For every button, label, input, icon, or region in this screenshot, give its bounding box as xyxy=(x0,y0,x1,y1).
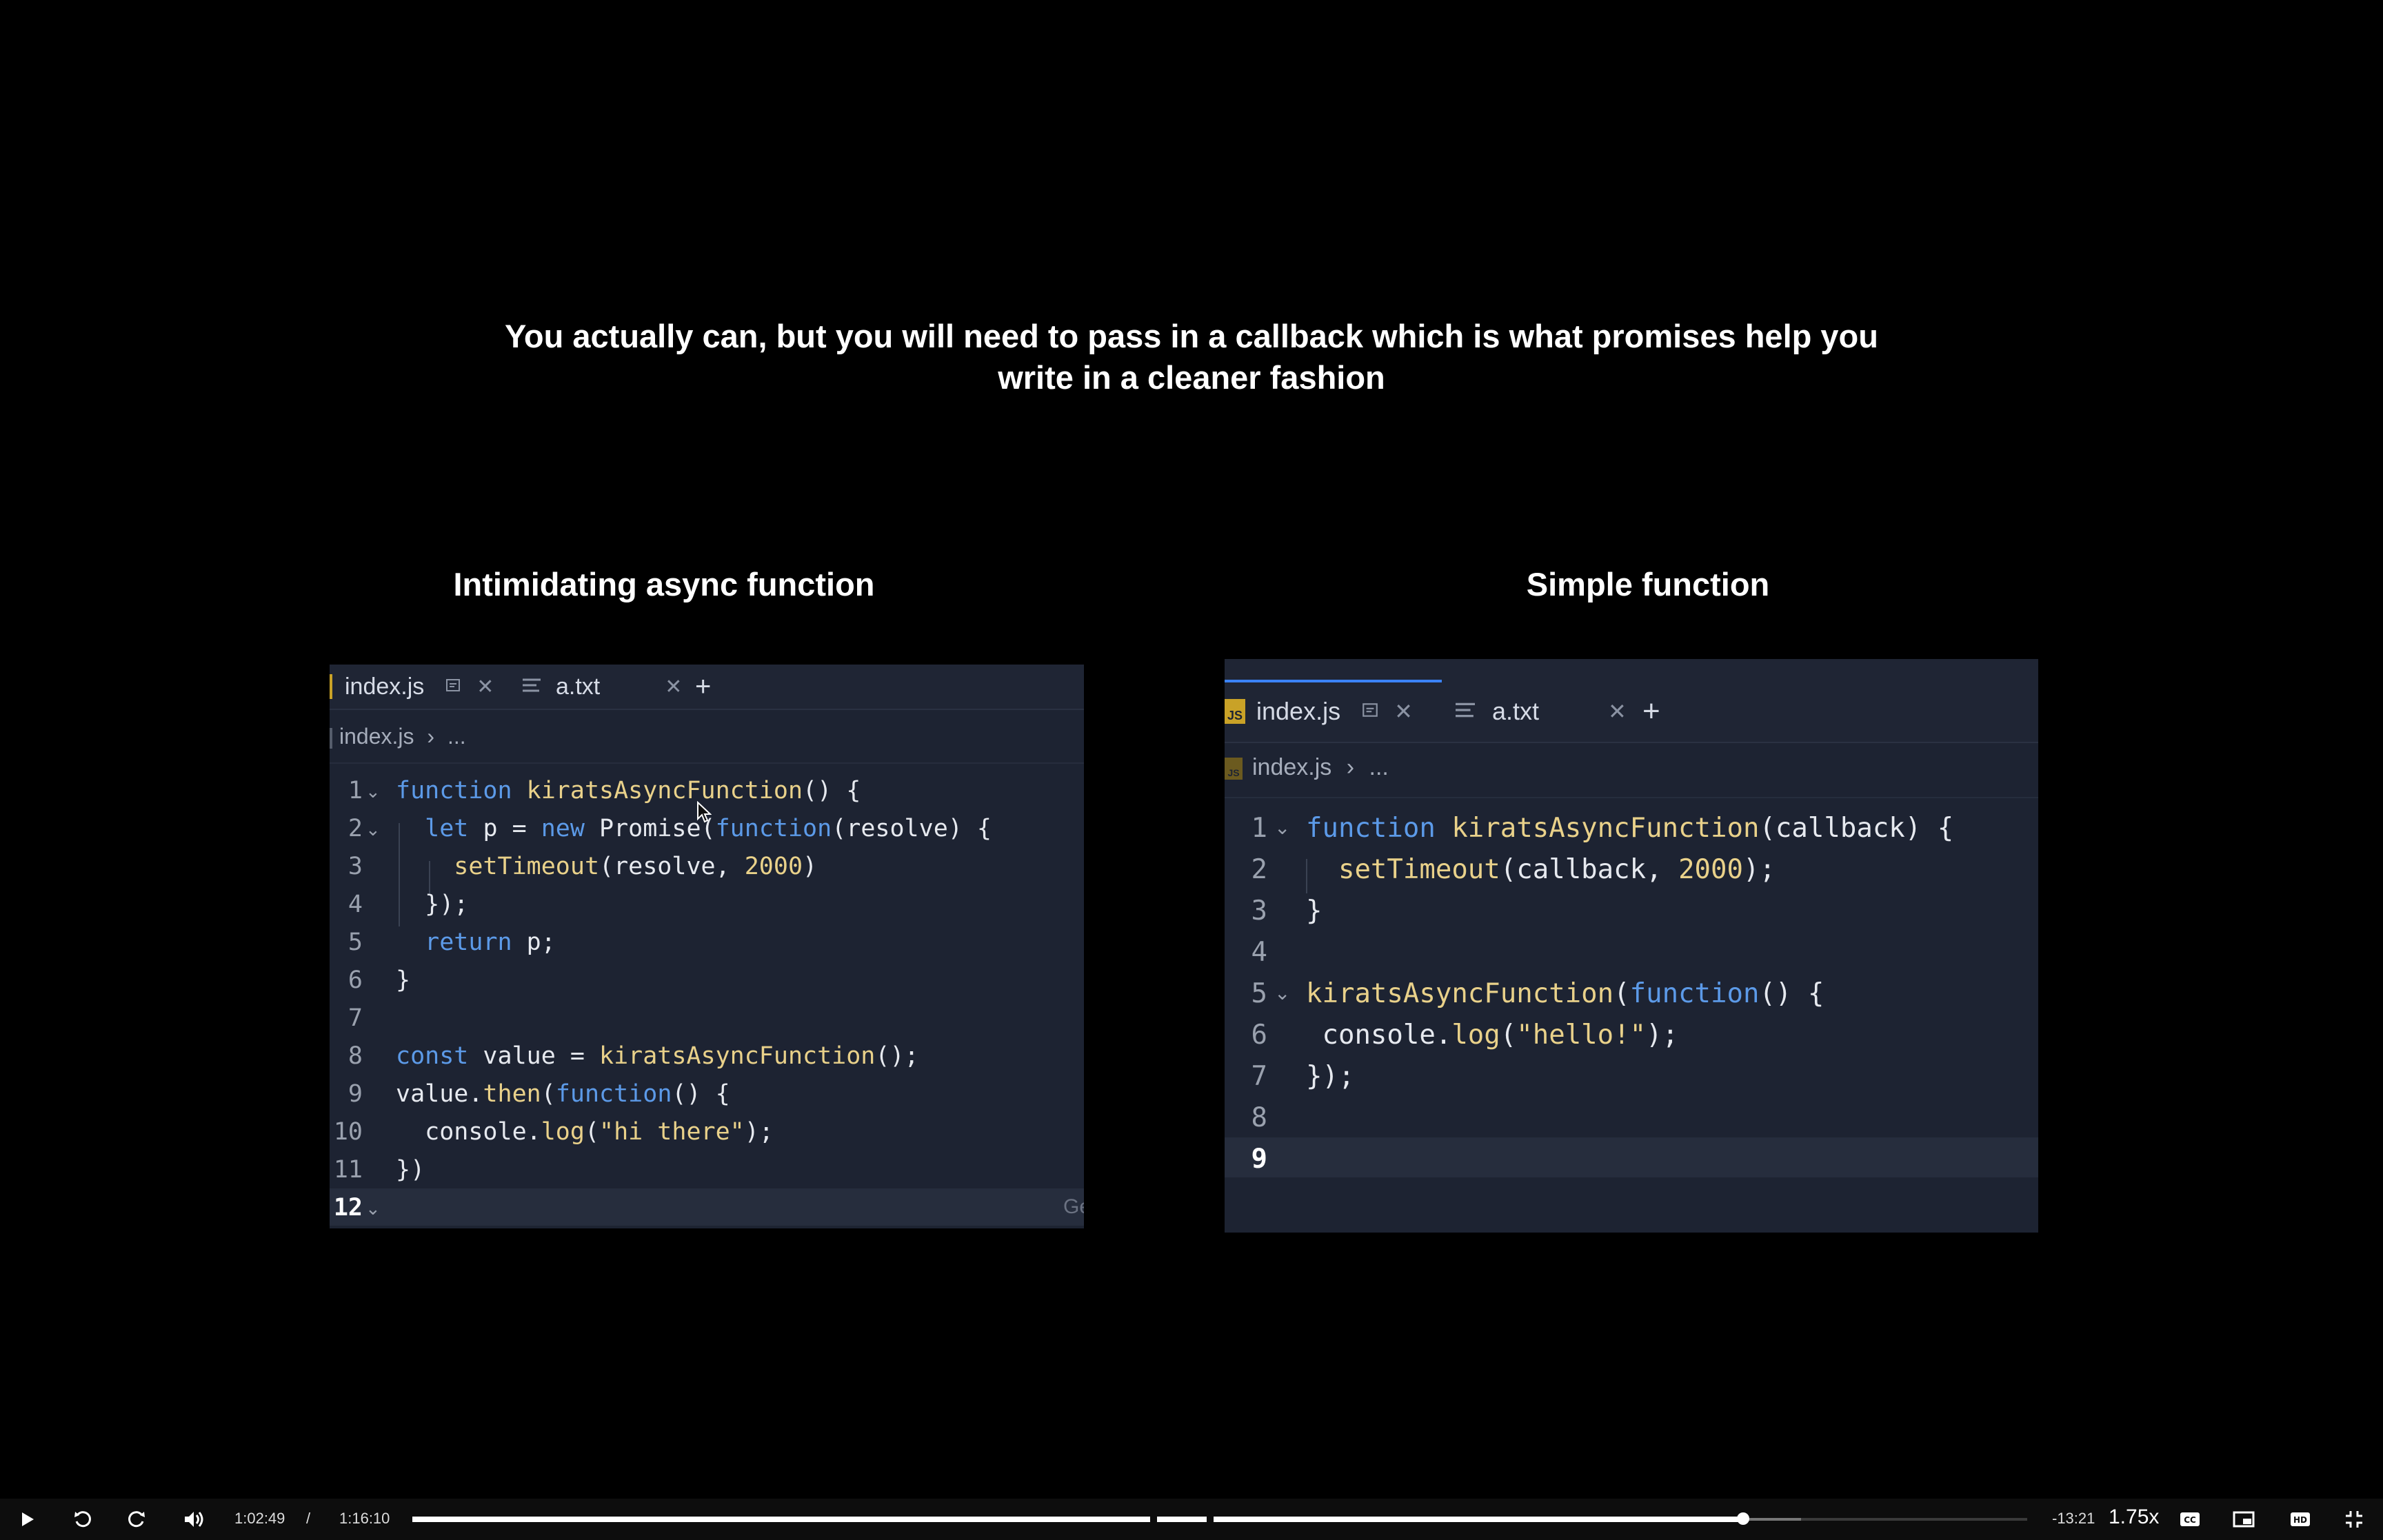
time-separator: / xyxy=(306,1510,311,1527)
line-number: 9 xyxy=(1251,1144,1267,1175)
tab-bar: JS index.js ✕ a.txt ✕ + xyxy=(1225,659,2038,743)
rewind-button[interactable] xyxy=(66,1499,99,1540)
fold-chevron-icon[interactable]: ⌄ xyxy=(1274,816,1290,839)
tab-index-js[interactable]: JS index.js ✕ xyxy=(1225,682,1413,740)
chapter-gap xyxy=(1207,1517,1214,1522)
js-file-icon: JS xyxy=(1225,758,1243,780)
exit-fullscreen-button[interactable] xyxy=(2339,1499,2369,1540)
breadcrumb: index.js › ... xyxy=(330,724,466,749)
forward-icon xyxy=(128,1511,145,1528)
current-line-highlight xyxy=(1225,1137,2038,1177)
code-area[interactable]: function kiratsAsyncFunction(callback) {… xyxy=(1306,808,1953,1139)
close-icon[interactable]: ✕ xyxy=(476,675,494,699)
new-tab-plus-icon[interactable]: + xyxy=(695,665,711,709)
volume-icon xyxy=(185,1512,203,1527)
line-number: 2 xyxy=(1251,854,1267,885)
line-number: 10 xyxy=(333,1118,363,1146)
play-button[interactable] xyxy=(12,1499,43,1540)
rewind-icon xyxy=(74,1511,91,1528)
picture-in-picture-icon xyxy=(2233,1511,2255,1528)
tab-bar: index.js ✕ a.txt ✕ + xyxy=(330,665,1084,710)
line-number: 8 xyxy=(1251,1102,1267,1133)
line-number: 8 xyxy=(348,1042,363,1070)
captions-icon: CC xyxy=(2180,1512,2200,1526)
breadcrumb: JS index.js › ... xyxy=(1225,754,1389,781)
tab-label: a.txt xyxy=(556,673,601,700)
playback-speed-button[interactable]: 1.75x xyxy=(2109,1506,2159,1529)
line-number: 11 xyxy=(333,1156,363,1184)
preview-icon[interactable] xyxy=(445,677,461,697)
code-area[interactable]: function kiratsAsyncFunction() { let p =… xyxy=(396,772,992,1189)
close-icon[interactable]: ✕ xyxy=(1608,698,1627,725)
preview-icon[interactable] xyxy=(1361,701,1379,722)
svg-text:HD: HD xyxy=(2293,1515,2307,1525)
picture-in-picture-button[interactable] xyxy=(2229,1499,2259,1540)
exit-fullscreen-icon xyxy=(2346,1511,2362,1528)
fold-chevron-icon[interactable]: ⌄ xyxy=(1274,982,1290,1004)
remaining-time: -13:21 xyxy=(2052,1510,2095,1527)
play-icon xyxy=(22,1512,34,1526)
new-tab-plus-icon[interactable]: + xyxy=(1642,682,1660,740)
duration: 1:16:10 xyxy=(339,1510,390,1527)
chevron-right-icon: › xyxy=(1346,754,1355,780)
current-time: 1:02:49 xyxy=(234,1510,285,1527)
fold-chevron-icon[interactable]: ⌄ xyxy=(365,1199,381,1219)
line-number: 7 xyxy=(348,1004,363,1032)
line-number: 6 xyxy=(348,966,363,994)
chevron-right-icon: › xyxy=(427,724,435,749)
close-icon[interactable]: ✕ xyxy=(665,675,682,699)
slide-heading: You actually can, but you will need to p… xyxy=(0,316,2383,398)
breadcrumb-more[interactable]: ... xyxy=(1369,754,1389,780)
breadcrumb-more[interactable]: ... xyxy=(448,724,466,749)
line-number: 5 xyxy=(1251,978,1267,1009)
fold-chevron-icon[interactable]: ⌄ xyxy=(365,820,381,840)
line-number: 9 xyxy=(348,1080,363,1108)
progress-thumb[interactable] xyxy=(1736,1512,1749,1525)
progress-played xyxy=(412,1517,1743,1522)
mouse-cursor-icon xyxy=(696,800,712,827)
tab-label: index.js xyxy=(345,673,425,700)
close-icon[interactable]: ✕ xyxy=(1394,698,1413,725)
current-line-highlight xyxy=(330,1188,1084,1226)
line-number: 7 xyxy=(1251,1061,1267,1092)
line-number: 3 xyxy=(348,853,363,880)
text-file-icon xyxy=(1454,700,1477,723)
tab-label: a.txt xyxy=(1492,697,1540,725)
svg-text:CC: CC xyxy=(2184,1515,2196,1525)
breadcrumb-file[interactable]: index.js xyxy=(1252,754,1331,780)
tab-a-txt[interactable]: a.txt ✕ xyxy=(1454,682,1627,740)
active-tab-marker xyxy=(330,674,332,699)
chapter-gap xyxy=(1150,1517,1157,1522)
right-code-editor: JS index.js ✕ a.txt ✕ + JS index.js › ...… xyxy=(1225,659,2038,1233)
hd-icon: HD xyxy=(2291,1512,2310,1526)
forward-button[interactable] xyxy=(120,1499,153,1540)
line-number: 6 xyxy=(1251,1020,1267,1051)
line-number: 4 xyxy=(1251,937,1267,968)
slide-heading-line-1: You actually can, but you will need to p… xyxy=(505,318,1878,354)
progress-bar[interactable] xyxy=(412,1512,2027,1525)
line-number: 1 xyxy=(1251,813,1267,844)
line-number: 3 xyxy=(1251,895,1267,926)
left-code-editor: index.js ✕ a.txt ✕ + index.js › ... 1234… xyxy=(330,665,1084,1228)
quality-button[interactable]: HD xyxy=(2285,1499,2315,1540)
volume-button[interactable] xyxy=(177,1499,211,1540)
tab-label: index.js xyxy=(1256,697,1341,725)
breadcrumb-file[interactable]: index.js xyxy=(339,724,414,749)
line-number: 4 xyxy=(348,891,363,918)
right-caption: Simple function xyxy=(1526,566,1770,602)
line-number: 5 xyxy=(348,929,363,956)
tab-index-js[interactable]: index.js ✕ xyxy=(330,665,494,709)
line-number: 12 xyxy=(333,1194,363,1222)
text-file-icon xyxy=(521,676,542,698)
left-caption: Intimidating async function xyxy=(453,566,875,602)
line-number: 1 xyxy=(348,777,363,804)
fold-chevron-icon[interactable]: ⌄ xyxy=(365,782,381,802)
tab-a-txt[interactable]: a.txt ✕ xyxy=(521,665,682,709)
truncated-hint: Ge xyxy=(1063,1195,1084,1218)
line-number: 2 xyxy=(348,815,363,842)
js-file-icon: JS xyxy=(1225,699,1245,724)
slide-heading-line-2: write in a cleaner fashion xyxy=(998,359,1385,396)
captions-button[interactable]: CC xyxy=(2176,1499,2204,1540)
